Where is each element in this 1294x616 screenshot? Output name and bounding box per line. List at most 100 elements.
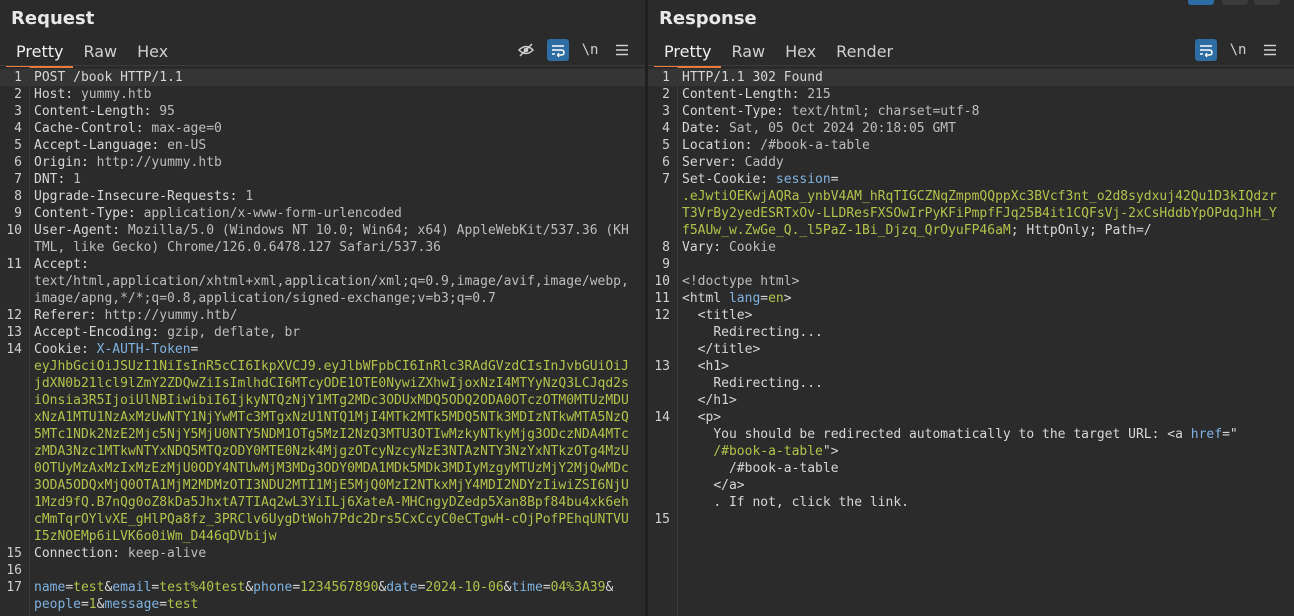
- code-line: 8 Vary: Cookie: [648, 239, 1294, 256]
- code-token: Host:: [34, 87, 81, 102]
- code-line: 5 Location: /#book-a-table: [648, 137, 1294, 154]
- code-token: 95: [159, 104, 175, 119]
- hide-nonprintable-icon[interactable]: [515, 39, 537, 61]
- line-text: POST /book HTTP/1.1: [34, 69, 645, 86]
- code-line: 10 User-Agent: Mozilla/5.0 (Windows NT 10…: [0, 222, 645, 256]
- code-token: Accept-Encoding:: [34, 325, 168, 340]
- code-token: =: [190, 342, 199, 357]
- menu-icon[interactable]: [1259, 39, 1281, 61]
- line-text: Location: /#book-a-table: [682, 137, 1294, 154]
- response-tab-underline: [648, 65, 1294, 66]
- code-line: 14 <p> You should be redirected automati…: [648, 409, 1294, 511]
- code-token: message: [104, 597, 160, 612]
- code-token: DNT:: [34, 172, 74, 187]
- line-text: Vary: Cookie: [682, 239, 1294, 256]
- line-text: Content-Type: text/html; charset=utf-8: [682, 103, 1294, 120]
- line-number: 5: [662, 138, 670, 153]
- code-token: 1: [88, 597, 97, 612]
- line-text: User-Agent: Mozilla/5.0 (Windows NT 10.0…: [34, 222, 645, 256]
- response-editor[interactable]: 1 HTTP/1.1 302 Found 2 Content-Length: 215 3…: [648, 67, 1294, 616]
- word-wrap-icon[interactable]: [547, 39, 569, 61]
- code-token: Content-Length:: [34, 104, 160, 119]
- line-number: 11: [654, 291, 670, 306]
- code-token: http://yummy.htb/: [104, 308, 238, 323]
- line-number: 15: [654, 512, 670, 527]
- line-text: <p> You should be redirected automatical…: [682, 409, 1294, 511]
- line-text: [682, 256, 1294, 273]
- word-wrap-icon[interactable]: [1195, 39, 1217, 61]
- code-token: name: [34, 580, 66, 595]
- request-tab-hex[interactable]: Hex: [127, 40, 178, 66]
- response-title: Response: [659, 8, 757, 29]
- code-token: POST /book HTTP/1.1: [34, 70, 183, 85]
- newline-toggle-icon[interactable]: \n: [579, 39, 601, 61]
- request-editor[interactable]: 1 POST /book HTTP/1.1 2 Host: yummy.htb 3 Con…: [0, 67, 645, 616]
- code-token: Date:: [682, 121, 729, 136]
- newline-toggle-icon[interactable]: \n: [1227, 39, 1249, 61]
- code-line: 13 <h1> Redirecting... </h1>: [648, 358, 1294, 409]
- code-token: =: [65, 580, 74, 595]
- code-line: 12 <title> Redirecting... </title>: [648, 307, 1294, 358]
- code-token: text/html; charset=utf-8: [791, 104, 980, 119]
- response-tabs: Pretty Raw Hex Render: [654, 40, 903, 68]
- code-line: 6 Server: Caddy: [648, 154, 1294, 171]
- layout-toggle-icon[interactable]: [1254, 0, 1280, 5]
- line-number: 14: [6, 342, 22, 357]
- line-number: 5: [14, 138, 22, 153]
- code-token: Connection:: [34, 546, 128, 561]
- code-token: href: [1190, 427, 1223, 442]
- line-number: 12: [6, 308, 22, 323]
- code-token: http://yummy.htb: [96, 155, 222, 170]
- code-token: en-US: [167, 138, 207, 153]
- code-token: <!doctype html>: [682, 274, 800, 289]
- code-line: 10 <!doctype html>: [648, 273, 1294, 290]
- layout-toggle-icon[interactable]: [1222, 0, 1248, 5]
- response-lines: 1 HTTP/1.1 302 Found 2 Content-Length: 215 3…: [648, 69, 1294, 528]
- line-number: 13: [6, 325, 22, 340]
- line-number: 9: [662, 257, 670, 272]
- code-token: Accept:: [34, 257, 89, 272]
- code-token: Content-Type:: [682, 104, 792, 119]
- line-number: 14: [654, 410, 670, 425]
- line-text: <title> Redirecting... </title>: [682, 307, 1294, 358]
- request-tab-pretty[interactable]: Pretty: [6, 40, 74, 68]
- code-token: Referer:: [34, 308, 105, 323]
- code-line: 12 Referer: http://yummy.htb/: [0, 307, 645, 324]
- line-text: Content-Length: 95: [34, 103, 645, 120]
- code-token: =: [292, 580, 301, 595]
- line-text: Content-Length: 215: [682, 86, 1294, 103]
- request-tab-raw[interactable]: Raw: [73, 40, 127, 66]
- code-token: ; HttpOnly; Path=/: [1010, 223, 1152, 238]
- code-token: <title> Redirecting... </title>: [697, 308, 823, 357]
- response-tab-render[interactable]: Render: [826, 40, 903, 66]
- code-line: 5 Accept-Language: en-US: [0, 137, 645, 154]
- line-text: Accept-Encoding: gzip, deflate, br: [34, 324, 645, 341]
- line-text: [682, 511, 1294, 528]
- code-token: =: [760, 291, 769, 306]
- line-text: Server: Caddy: [682, 154, 1294, 171]
- code-token: gzip, deflate, br: [167, 325, 301, 340]
- code-line: 13 Accept-Encoding: gzip, deflate, br: [0, 324, 645, 341]
- menu-icon[interactable]: [611, 39, 633, 61]
- code-token: application/x-www-form-urlencoded: [143, 206, 402, 221]
- code-token: &: [245, 580, 254, 595]
- request-pane: Request Pretty Raw Hex \n 1 POST /book HT…: [0, 0, 645, 616]
- code-token: =: [542, 580, 551, 595]
- code-token: eyJhbGciOiJSUzI1NiIsInR5cCI6IkpXVCJ9.eyJ…: [34, 359, 629, 544]
- response-tab-hex[interactable]: Hex: [775, 40, 826, 66]
- code-token: test%40test: [159, 580, 246, 595]
- code-token: test: [167, 597, 199, 612]
- code-token: lang: [728, 291, 761, 306]
- layout-toggle-icon[interactable]: [1188, 0, 1214, 5]
- response-tab-raw[interactable]: Raw: [721, 40, 775, 66]
- code-token: /#book-a-table: [760, 138, 870, 153]
- response-tab-pretty[interactable]: Pretty: [654, 40, 722, 68]
- line-text: Upgrade-Insecure-Requests: 1: [34, 188, 645, 205]
- code-token: =: [830, 172, 839, 187]
- code-token: text/html,application/xhtml+xml,applicat…: [34, 274, 629, 306]
- code-token: 04%3A39: [550, 580, 606, 595]
- code-token: <p> You should be redirected automatical…: [697, 410, 1176, 442]
- code-line: 6 Origin: http://yummy.htb: [0, 154, 645, 171]
- code-token: session: [775, 172, 831, 187]
- code-line: 14 Cookie: X-AUTH-Token= eyJhbGciOiJSUzI1…: [0, 341, 645, 545]
